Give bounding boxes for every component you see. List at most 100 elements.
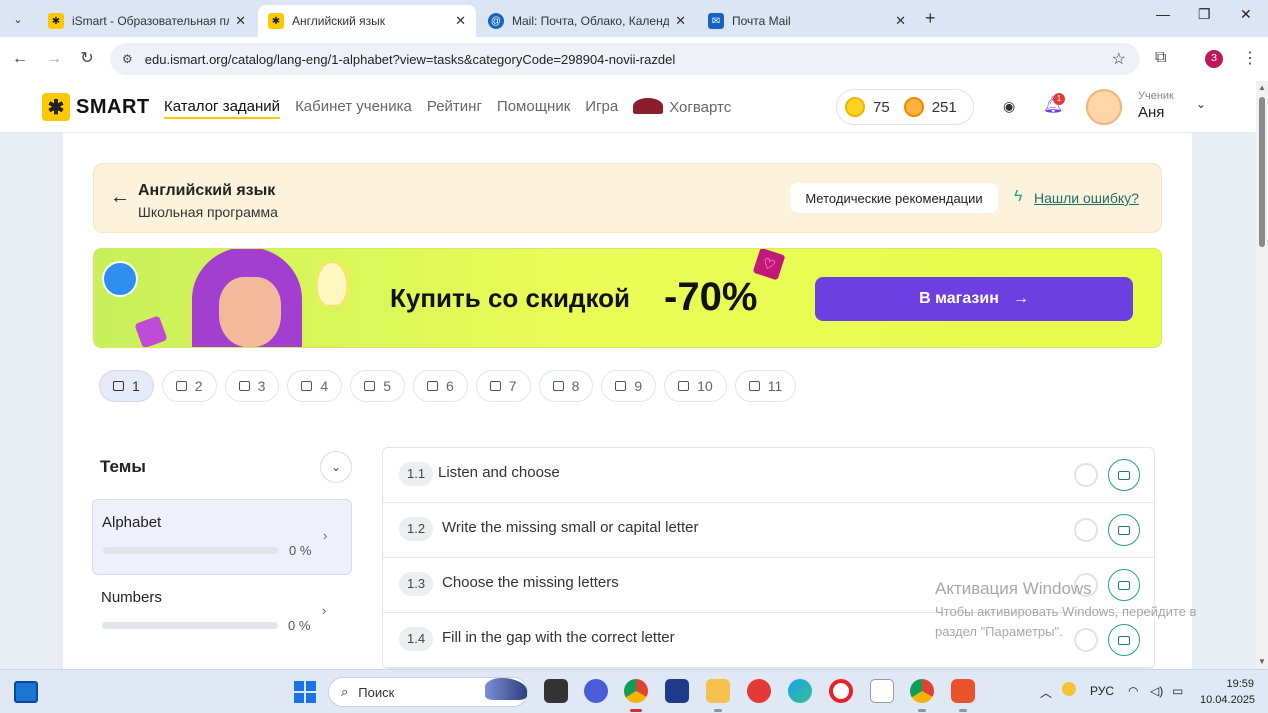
restore-icon[interactable]: ❐ xyxy=(1198,6,1211,23)
user-name[interactable]: Аня xyxy=(1138,104,1164,121)
page-scrollbar[interactable]: ▲ ▼ xyxy=(1256,81,1268,669)
close-tab-icon[interactable]: ✕ xyxy=(895,13,906,29)
currency-panel[interactable]: 75 251 xyxy=(836,89,974,125)
topic-item-alphabet[interactable]: Alphabet 0 % › xyxy=(92,499,352,575)
scrollbar-thumb[interactable] xyxy=(1259,97,1265,247)
search-icon: ⌕ xyxy=(341,684,349,699)
grade-tab[interactable]: 3 xyxy=(224,370,280,402)
forward-arrow-icon[interactable]: → xyxy=(42,47,66,71)
task-number: 1.3 xyxy=(399,572,434,596)
tab-english[interactable]: ✱ Английский язык ✕ xyxy=(258,5,476,37)
task-title[interactable]: Write the missing small or capital lette… xyxy=(442,519,698,536)
tab-ismart[interactable]: ✱ iSmart - Образовательная пла ✕ xyxy=(38,5,256,37)
chrome-profile-icon[interactable] xyxy=(910,679,934,703)
book-icon xyxy=(615,381,627,391)
chrome-icon[interactable] xyxy=(624,679,648,703)
grade-tab[interactable]: 5 xyxy=(350,370,405,402)
browser-menu-icon[interactable]: ⋮ xyxy=(1242,48,1258,68)
grade-label: 1 xyxy=(132,378,140,394)
scroll-down-icon[interactable]: ▼ xyxy=(1258,657,1266,666)
tray-app-icon[interactable] xyxy=(1062,682,1076,696)
task-row[interactable]: 1.1 Listen and choose xyxy=(383,448,1154,503)
tab-mail[interactable]: ✉ Почта Mail ✕ xyxy=(698,5,916,37)
nav-student-cabinet[interactable]: Кабинет ученика xyxy=(295,98,412,119)
grade-tab[interactable]: 9 xyxy=(601,370,657,402)
grade-tab[interactable]: 2 xyxy=(161,370,217,402)
minimize-icon[interactable]: — xyxy=(1156,6,1170,22)
chevron-down-icon[interactable]: ⌄ xyxy=(320,451,352,483)
grade-label: 10 xyxy=(697,378,713,394)
address-bar[interactable]: ⚙ edu.ismart.org/catalog/lang-eng/1-alph… xyxy=(110,43,1140,75)
methods-button[interactable]: Методические рекомендации xyxy=(790,183,998,213)
tray-chevron-up-icon[interactable]: ︿ xyxy=(1040,684,1052,701)
save-floppy-icon[interactable] xyxy=(665,679,689,703)
app-indicator xyxy=(918,709,926,712)
mail-envelope-favicon-icon: ✉ xyxy=(708,13,724,29)
extensions-puzzle-icon[interactable]: ⧉ xyxy=(1155,49,1166,67)
folder-button[interactable] xyxy=(1108,459,1140,491)
teams-chat-icon[interactable] xyxy=(584,679,608,703)
task-title[interactable]: Choose the missing letters xyxy=(442,574,619,591)
tab-mail-calendar[interactable]: @ Mail: Почта, Облако, Календар ✕ xyxy=(478,5,696,37)
new-tab-plus-icon[interactable]: + xyxy=(925,8,936,29)
clock-time[interactable]: 19:59 xyxy=(1222,678,1254,690)
close-tab-icon[interactable]: ✕ xyxy=(235,13,246,29)
task-title[interactable]: Listen and choose xyxy=(438,464,560,481)
file-explorer-icon[interactable] xyxy=(706,679,730,703)
close-window-icon[interactable]: ✕ xyxy=(1240,6,1252,23)
ismart-logo[interactable]: ✱ SMART xyxy=(42,93,150,121)
ismart-favicon-icon: ✱ xyxy=(268,13,284,29)
user-avatar[interactable] xyxy=(1086,89,1122,125)
wifi-icon[interactable]: ◠ xyxy=(1128,684,1138,698)
lightning-icon: ϟ xyxy=(1014,188,1023,205)
task-row[interactable]: 1.2 Write the missing small or capital l… xyxy=(383,503,1154,558)
yandex-browser-icon[interactable] xyxy=(747,679,771,703)
smile-icon xyxy=(903,97,924,117)
grade-tab[interactable]: 1 xyxy=(99,370,154,402)
profile-avatar[interactable]: З xyxy=(1205,50,1223,68)
close-tab-icon[interactable]: ✕ xyxy=(455,13,466,29)
nav-rating[interactable]: Рейтинг xyxy=(427,98,482,119)
topic-item-numbers[interactable]: Numbers 0 % › xyxy=(92,575,352,651)
back-arrow-icon[interactable]: ← xyxy=(110,186,130,209)
opera-icon[interactable] xyxy=(829,679,853,703)
chevron-down-icon[interactable]: ⌄ xyxy=(1196,97,1206,111)
grade-tab[interactable]: 10 xyxy=(664,370,727,402)
nav-game[interactable]: Игра xyxy=(585,98,618,119)
volume-icon[interactable]: ◁) xyxy=(1150,684,1163,698)
nav-assistant[interactable]: Помощник xyxy=(497,98,570,119)
task-view-icon[interactable] xyxy=(544,679,568,703)
grade-tab[interactable]: 7 xyxy=(475,370,531,402)
grade-tab[interactable]: 6 xyxy=(412,370,468,402)
close-tab-icon[interactable]: ✕ xyxy=(675,13,686,29)
wps-office-icon[interactable] xyxy=(951,679,975,703)
logo-text: SMART xyxy=(76,95,150,118)
task-title[interactable]: Fill in the gap with the correct letter xyxy=(442,629,675,646)
folder-button[interactable] xyxy=(1108,514,1140,546)
nav-hogwarts[interactable]: Хогвартс xyxy=(633,98,731,119)
grade-tab[interactable]: 11 xyxy=(734,370,797,402)
start-windows-icon[interactable] xyxy=(294,681,316,703)
notepad-icon[interactable] xyxy=(870,679,894,703)
tab-search-chevron-icon[interactable]: ⌄ xyxy=(6,7,30,31)
edge-icon[interactable] xyxy=(788,679,812,703)
smiles-value: 251 xyxy=(931,98,957,116)
clock-date[interactable]: 10.04.2025 xyxy=(1200,694,1255,706)
battery-icon[interactable]: ▭ xyxy=(1172,684,1183,698)
widgets-icon[interactable] xyxy=(14,681,38,703)
grade-tab[interactable]: 8 xyxy=(538,370,594,402)
back-arrow-icon[interactable]: ← xyxy=(8,47,32,71)
shop-button[interactable]: В магазин → xyxy=(815,277,1133,321)
ismart-favicon-icon: ✱ xyxy=(48,13,64,29)
site-settings-icon[interactable]: ⚙ xyxy=(122,52,133,66)
eye-icon[interactable]: ◉ xyxy=(1003,98,1015,115)
grade-tab[interactable]: 4 xyxy=(287,370,343,402)
promo-banner[interactable]: Купить со скидкой -70% ♡ В магазин → xyxy=(93,248,1162,348)
nav-catalog[interactable]: Каталог заданий xyxy=(164,98,281,119)
reload-icon[interactable]: ↻ xyxy=(75,47,99,71)
report-error-link[interactable]: Нашли ошибку? xyxy=(1034,190,1139,206)
bookmark-star-icon[interactable]: ☆ xyxy=(1112,49,1126,69)
scroll-up-icon[interactable]: ▲ xyxy=(1258,83,1266,92)
language-indicator[interactable]: РУС xyxy=(1090,684,1114,698)
folder-button[interactable] xyxy=(1108,569,1140,601)
